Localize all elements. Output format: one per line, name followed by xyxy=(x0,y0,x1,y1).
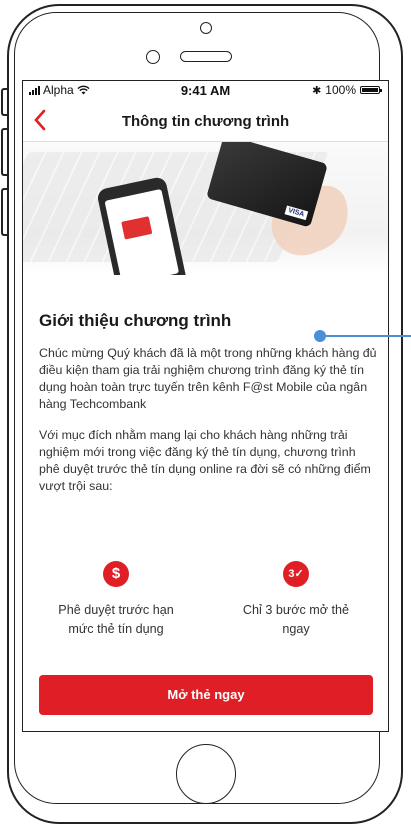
features-row: $ Phê duyệt trước hạn mức thẻ tín dụng 3… xyxy=(23,561,388,651)
side-button-volume-down xyxy=(1,188,7,236)
battery-percent: 100% xyxy=(325,83,356,97)
dollar-icon: $ xyxy=(103,561,129,587)
hero-phone-screen xyxy=(104,188,180,275)
feature-label: Chỉ 3 bước mở thẻ ngay xyxy=(242,603,350,636)
side-button-mute xyxy=(1,88,7,116)
speaker xyxy=(180,51,232,62)
intro-section: Giới thiệu chương trình Chúc mừng Quý kh… xyxy=(39,311,379,509)
home-button[interactable] xyxy=(176,744,236,804)
camera xyxy=(200,22,212,34)
battery-fill xyxy=(362,88,378,92)
page-title: Thông tin chương trình xyxy=(121,113,290,130)
feature-label: Phê duyệt trước hạn mức thẻ tín dụng xyxy=(58,603,174,636)
hero-image: VISA xyxy=(23,142,388,275)
status-right: ✱ 100% xyxy=(312,83,382,97)
front-camera xyxy=(146,50,160,64)
feature-preapproval: $ Phê duyệt trước hạn mức thẻ tín dụng xyxy=(31,561,201,639)
annotation-line xyxy=(326,335,411,337)
feature-three-steps: 3✓ Chỉ 3 bước mở thẻ ngay xyxy=(211,561,381,639)
battery-icon xyxy=(360,86,382,94)
three-steps-icon: 3✓ xyxy=(283,561,309,587)
bluetooth-icon: ✱ xyxy=(312,84,322,97)
nav-bar: Thông tin chương trình xyxy=(23,101,388,142)
open-card-button[interactable]: Mở thẻ ngay xyxy=(39,675,373,715)
intro-paragraph-1: Chúc mừng Quý khách đã là một trong nhữn… xyxy=(39,346,377,411)
intro-paragraph-2: Với mục đích nhằm mang lại cho khách hàn… xyxy=(39,428,371,493)
status-bar: Alpha 9:41 AM ✱ 100% xyxy=(23,81,388,99)
intro-title: Giới thiệu chương trình xyxy=(39,311,232,330)
side-button-volume-up xyxy=(1,128,7,176)
annotation-dot xyxy=(314,330,326,342)
visa-logo: VISA xyxy=(284,205,309,221)
screen: Alpha 9:41 AM ✱ 100% Thông tin chương tr… xyxy=(22,80,389,732)
